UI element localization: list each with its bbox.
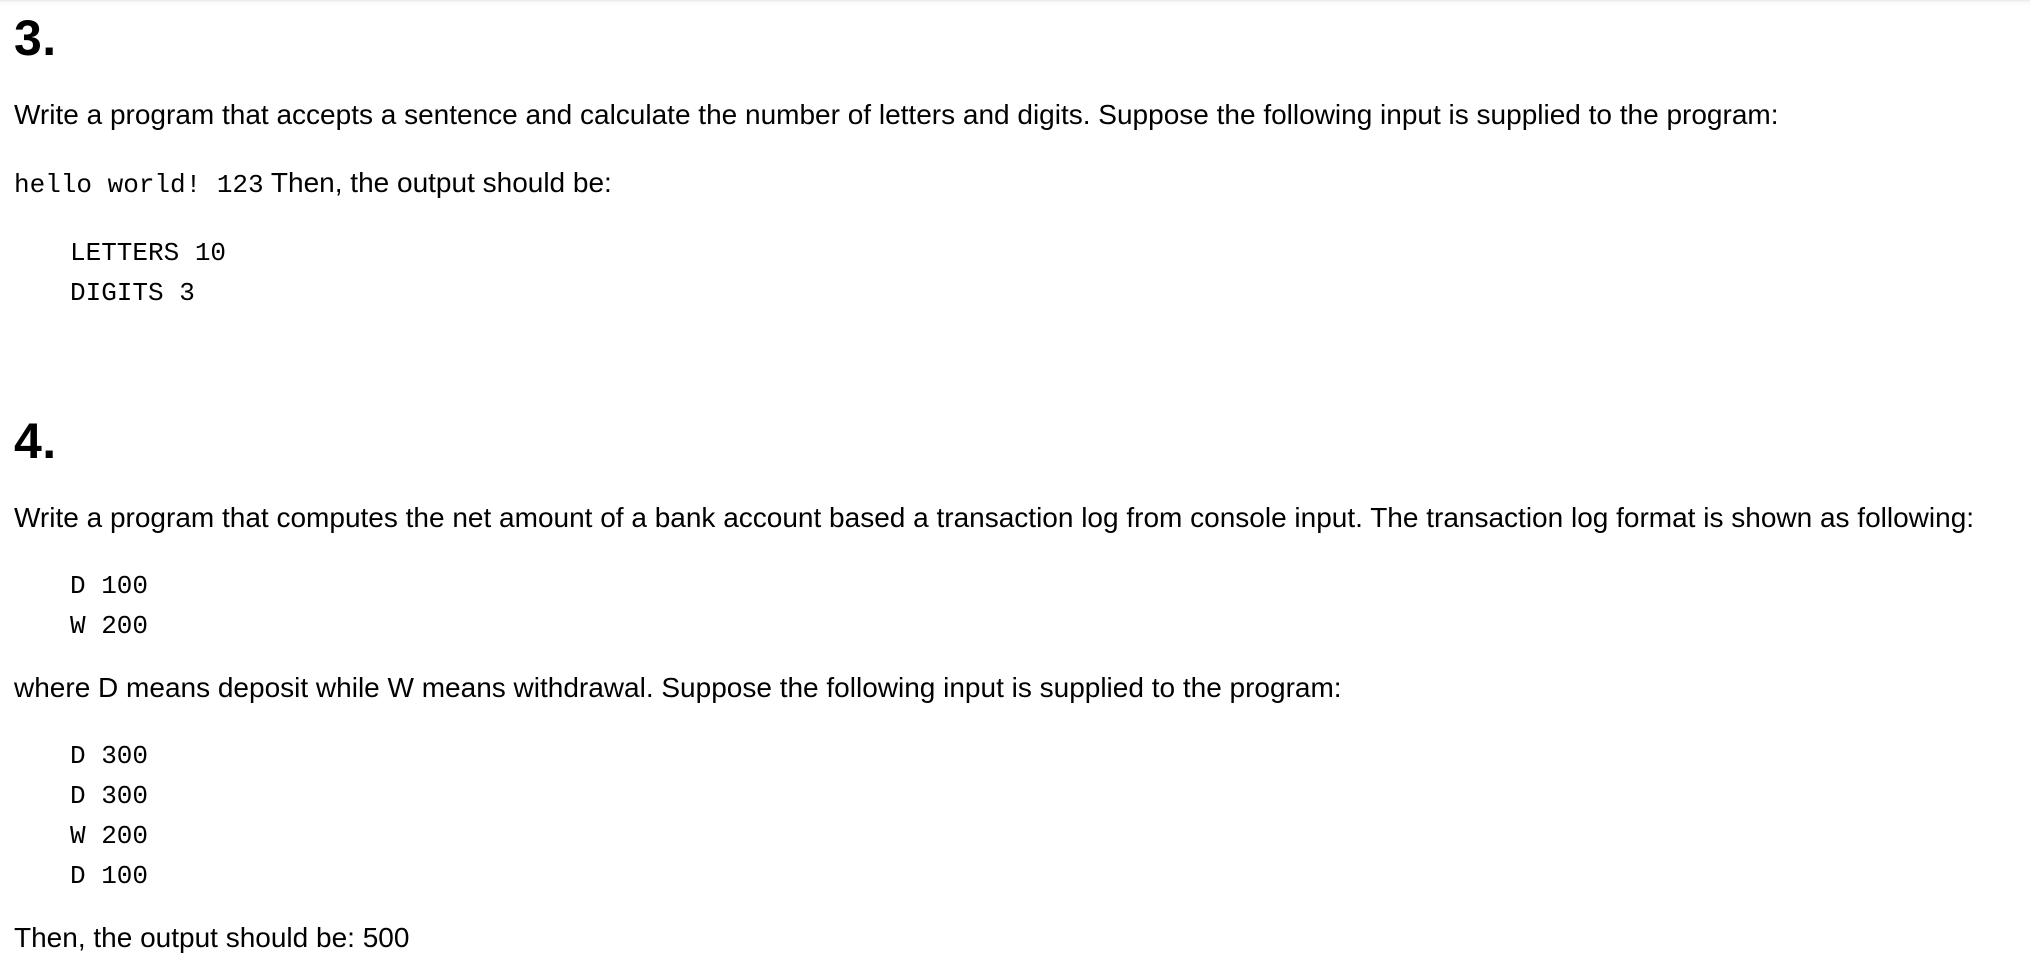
code-line: D 300 <box>70 781 149 811</box>
code-line: D 300 <box>70 741 149 771</box>
section-3-example: hello world! 123 Then, the output should… <box>14 165 2016 203</box>
section-3-output-block: LETTERS 10 DIGITS 3 <box>14 233 2016 313</box>
code-line: D 100 <box>70 861 149 891</box>
code-line: W 200 <box>70 611 149 641</box>
code-line: D 100 <box>70 571 149 601</box>
code-line: LETTERS 10 <box>70 238 227 268</box>
section-3-output-intro: Then, the output should be: <box>263 167 612 198</box>
section-4-intro: Write a program that computes the net am… <box>14 502 1975 533</box>
section-4-input-block: D 300 D 300 W 200 D 100 <box>14 736 2016 896</box>
section-3-intro: Write a program that accepts a sentence … <box>14 99 1779 130</box>
section-3-number: 3. <box>14 10 57 66</box>
code-line: DIGITS 3 <box>70 278 195 308</box>
section-4-format-block: D 100 W 200 <box>14 566 2016 646</box>
section-4-number: 4. <box>14 413 57 469</box>
section-4-explanation: where D means deposit while W means with… <box>14 672 1342 703</box>
document-page: 3. Write a program that accepts a senten… <box>0 0 2030 980</box>
section-4-conclusion: Then, the output should be: 500 <box>14 922 410 953</box>
section-3-example-input: hello world! 123 <box>14 170 264 200</box>
code-line: W 200 <box>70 821 149 851</box>
